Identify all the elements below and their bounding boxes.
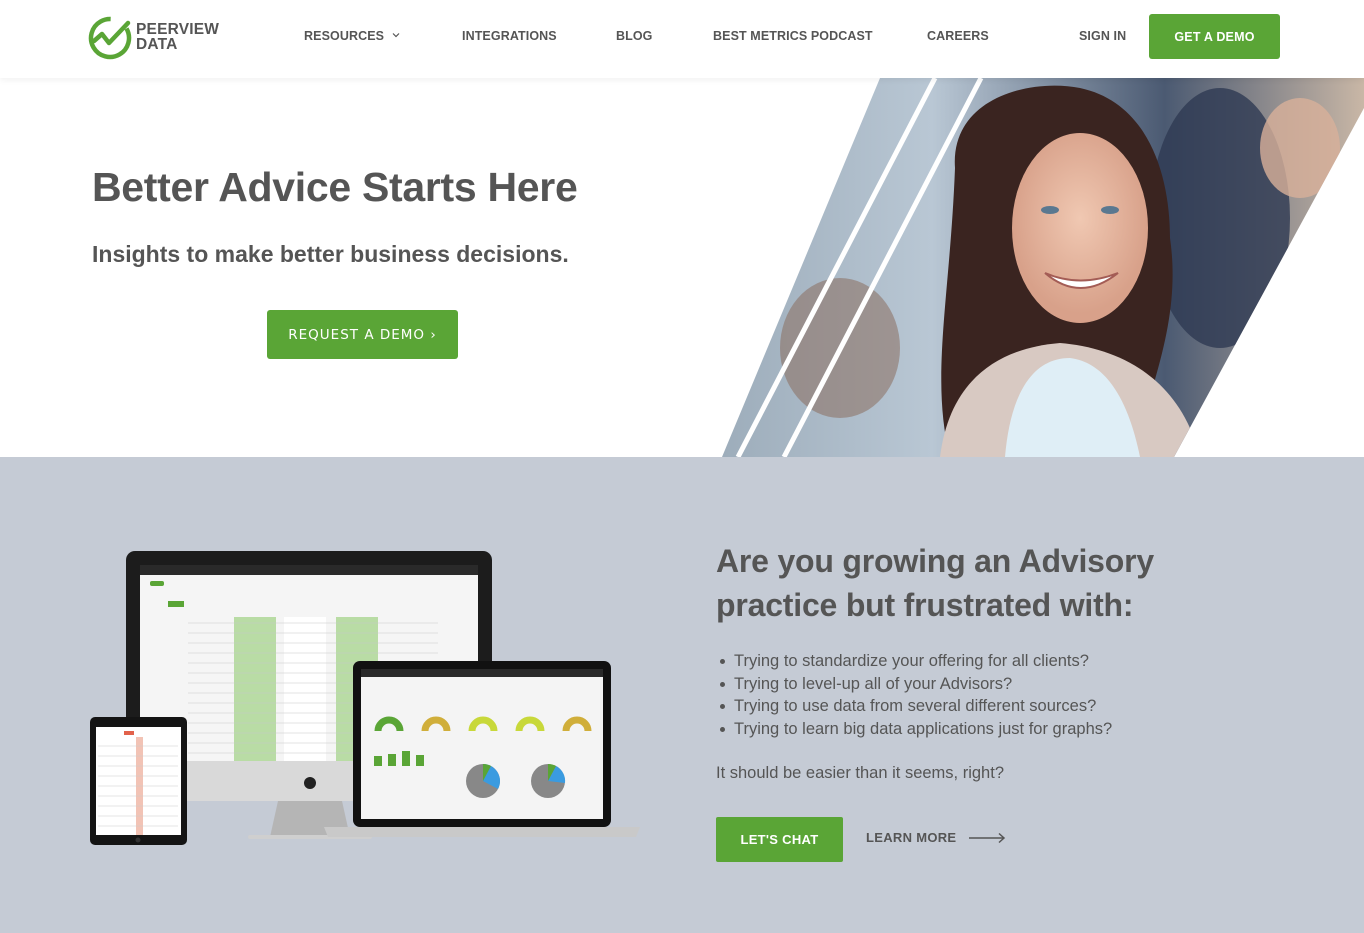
learn-more-link[interactable]: LEARN MORE: [866, 830, 1006, 845]
list-item-text: Trying to learn big data applications ju…: [734, 719, 1113, 738]
learn-more-label: LEARN MORE: [866, 830, 957, 845]
pain-points-list: Trying to standardize your offering for …: [718, 650, 1112, 740]
nav-podcast[interactable]: BEST METRICS PODCAST: [713, 29, 873, 43]
lets-chat-button[interactable]: LET'S CHAT: [716, 817, 843, 862]
request-demo-button[interactable]: REQUEST A DEMO ›: [267, 310, 458, 359]
list-item-text: Trying to use data from several differen…: [734, 697, 1097, 715]
logo-line-2: DATA: [136, 36, 178, 53]
bullet-icon: [720, 681, 725, 687]
logo-line-1: PEERVIEW: [136, 21, 220, 38]
logo[interactable]: PEERVIEW DATA: [88, 14, 219, 60]
site-header: PEERVIEW DATA RESOURCES INTEGRATIONS BLO…: [0, 0, 1364, 78]
list-item-text: Trying to level-up all of your Advisors?: [734, 674, 1013, 693]
get-a-demo-button[interactable]: GET A DEMO: [1149, 14, 1280, 59]
list-item: Trying to use data from several differen…: [718, 695, 1112, 718]
sign-in-link[interactable]: SIGN IN: [1079, 29, 1126, 43]
nav-integrations[interactable]: INTEGRATIONS: [462, 29, 557, 43]
list-item: Trying to learn big data applications ju…: [718, 718, 1112, 741]
list-item: Trying to level-up all of your Advisors?: [718, 673, 1112, 696]
bullet-icon: [720, 726, 725, 732]
bullet-icon: [720, 659, 725, 664]
list-item: Trying to standardize your offering for …: [718, 650, 1112, 673]
arrow-right-icon: [969, 832, 1006, 843]
advisory-title: Are you growing an Advisory practice but…: [716, 539, 1154, 627]
hero-title: Better Advice Starts Here: [92, 164, 578, 210]
advisory-section: Are you growing an Advisory practice but…: [0, 457, 1364, 933]
nav-careers[interactable]: CAREERS: [927, 29, 989, 43]
nav-blog[interactable]: BLOG: [616, 29, 653, 43]
advisory-note: It should be easier than it seems, right…: [716, 764, 1004, 782]
advisory-title-line-1: Are you growing an Advisory: [716, 543, 1154, 579]
list-item-text: Trying to standardize your offering for …: [734, 652, 1089, 670]
hero-photo: [722, 78, 1364, 457]
hero-subtitle: Insights to make better business decisio…: [92, 241, 569, 267]
logo-text: PEERVIEW DATA: [136, 21, 220, 53]
logo-check-icon: [88, 16, 132, 60]
chevron-down-icon[interactable]: [391, 30, 401, 40]
nav-resources[interactable]: RESOURCES: [304, 29, 384, 43]
bullet-icon: [720, 704, 725, 709]
hero-section: Better Advice Starts Here Insights to ma…: [0, 78, 1364, 457]
advisory-title-line-2: practice but frustrated with:: [716, 587, 1134, 623]
device-mockups-image: [90, 551, 640, 845]
